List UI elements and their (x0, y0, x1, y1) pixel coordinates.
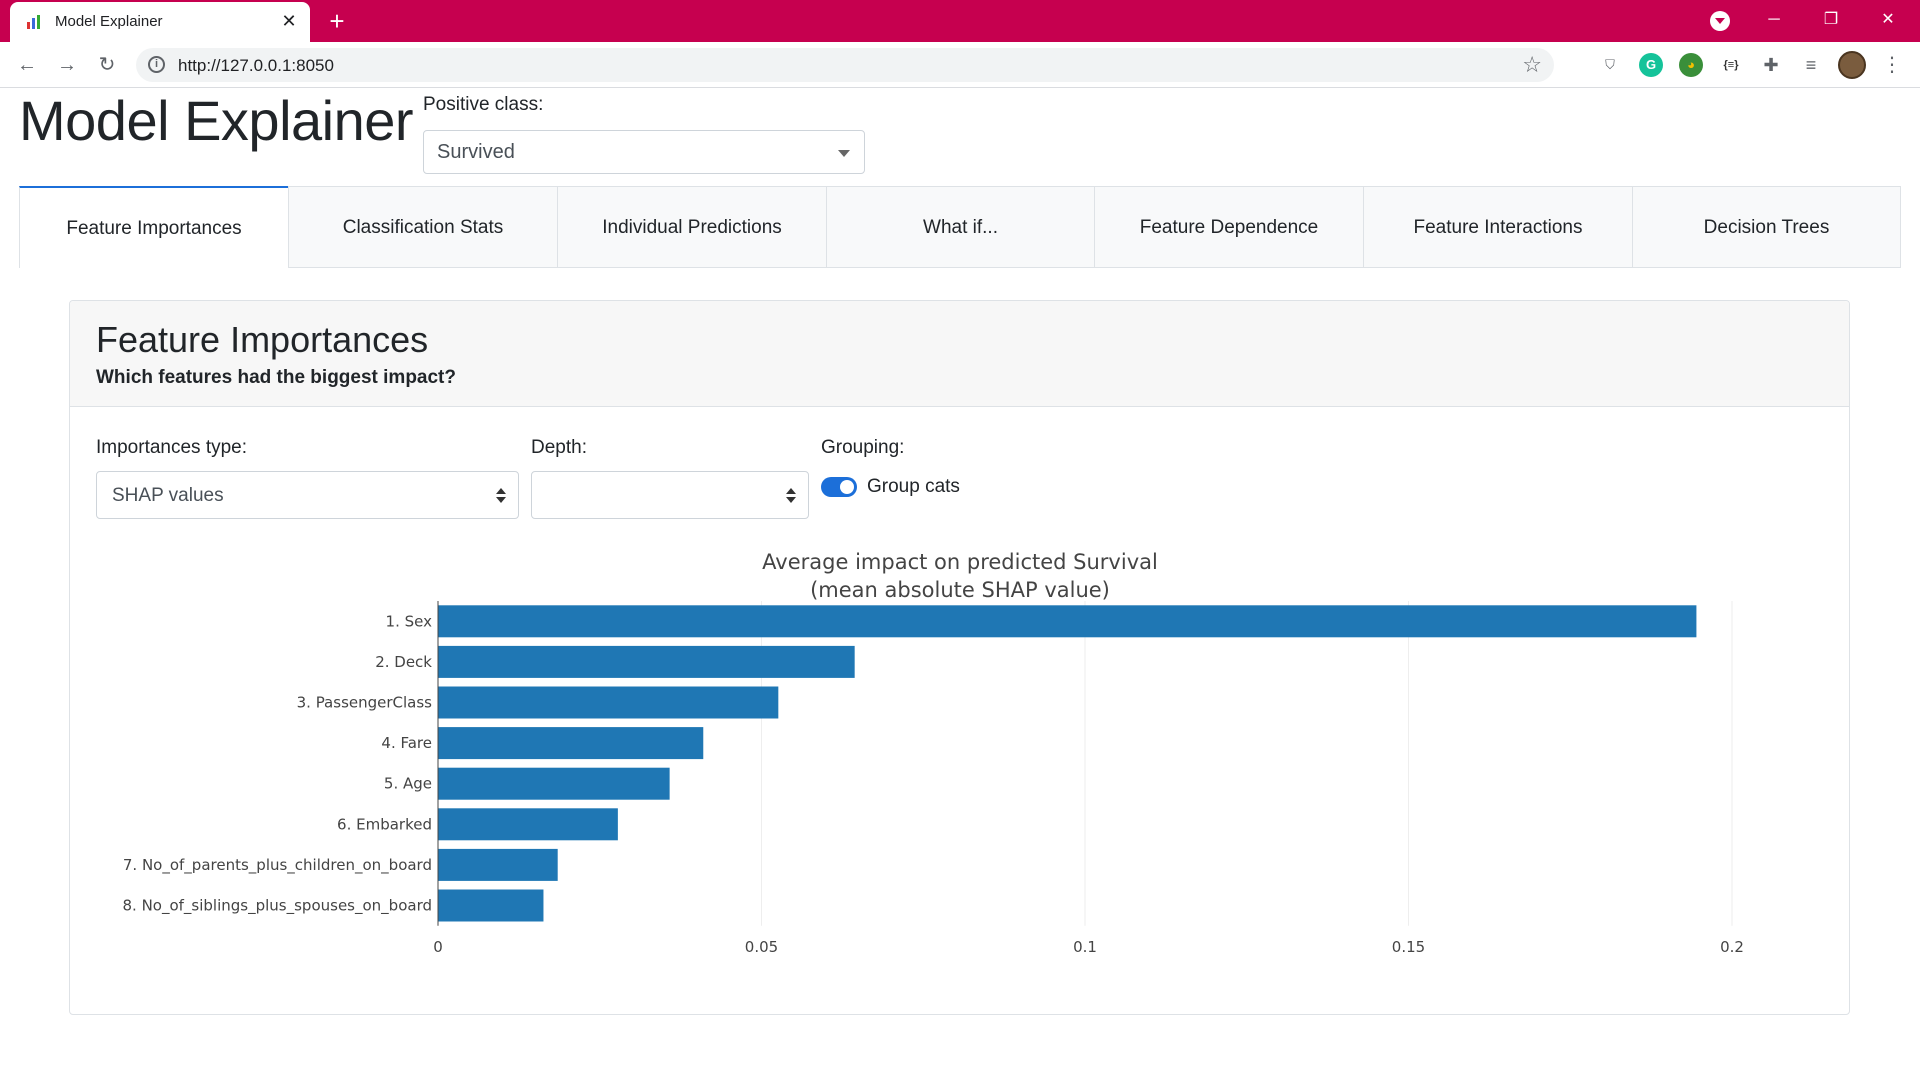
puzzle-extensions-icon[interactable]: ✚ (1759, 53, 1783, 77)
bar (438, 686, 779, 719)
browser-menu-icon[interactable]: ⋮ (1882, 52, 1902, 77)
y-tick-label: 5. Age (384, 775, 432, 793)
x-tick-label: 0 (433, 938, 443, 956)
bookmark-star-icon[interactable]: ☆ (1522, 52, 1542, 78)
tab-classification-stats[interactable]: Classification Stats (288, 186, 558, 268)
maximize-button[interactable]: ❐ (1803, 0, 1859, 40)
positive-class-value: Survived (437, 141, 515, 163)
browser-tab[interactable]: Model Explainer ✕ (10, 2, 310, 42)
profile-dropdown-icon[interactable] (1710, 11, 1730, 31)
y-tick-label: 6. Embarked (337, 815, 432, 833)
page-title: Model Explainer (19, 89, 414, 152)
address-bar[interactable]: i http://127.0.0.1:8050 ☆ (136, 48, 1554, 82)
positive-class-label: Positive class: (423, 94, 544, 115)
reload-icon[interactable]: ↻ (92, 50, 122, 80)
shield-extension-icon[interactable]: ⛉ (1598, 53, 1622, 77)
back-arrow-icon[interactable]: ← (12, 50, 42, 80)
globe-extension-icon[interactable]: ◕ (1679, 53, 1703, 77)
close-window-button[interactable]: ✕ (1860, 0, 1916, 40)
grammarly-extension-icon[interactable]: G (1639, 53, 1663, 77)
tab-feature-importances[interactable]: Feature Importances (19, 186, 289, 268)
tab-feature-interactions[interactable]: Feature Interactions (1363, 186, 1633, 268)
y-tick-label: 2. Deck (375, 653, 432, 671)
bar (438, 645, 855, 678)
bar (438, 808, 618, 841)
main-tabs: Feature Importances Classification Stats… (19, 186, 1901, 268)
forward-arrow-icon[interactable]: → (52, 50, 82, 80)
bar (438, 767, 670, 800)
chart-favicon-icon (27, 15, 40, 29)
positive-class-select[interactable]: Survived (423, 130, 865, 174)
y-tick-label: 7. No_of_parents_plus_children_on_board (123, 856, 432, 875)
chart-title: Average impact on predicted Survival (762, 550, 1158, 574)
tab-close-icon[interactable]: ✕ (278, 10, 300, 32)
y-tick-label: 4. Fare (381, 734, 432, 752)
x-tick-label: 0.1 (1073, 938, 1097, 956)
new-tab-button[interactable]: + (322, 6, 352, 36)
chart-subtitle: (mean absolute SHAP value) (810, 578, 1110, 602)
feature-importances-card: Feature Importances Which features had t… (69, 300, 1850, 1015)
y-tick-label: 8. No_of_siblings_plus_spouses_on_board (122, 897, 432, 916)
y-tick-label: 3. PassengerClass (297, 694, 433, 712)
json-extension-icon[interactable]: {≡} (1719, 53, 1743, 77)
browser-title-bar: Model Explainer ✕ + ─ ❐ ✕ (0, 0, 1920, 42)
tab-title: Model Explainer (55, 13, 163, 30)
tab-decision-trees[interactable]: Decision Trees (1632, 186, 1901, 268)
feature-importance-chart: Average impact on predicted Survival (mea… (122, 550, 1744, 956)
url-text[interactable]: http://127.0.0.1:8050 (178, 56, 334, 76)
media-playlist-icon[interactable]: ≡ (1799, 53, 1823, 77)
bar (438, 605, 1697, 638)
profile-avatar[interactable] (1838, 51, 1866, 79)
tab-feature-dependence[interactable]: Feature Dependence (1094, 186, 1364, 268)
x-tick-label: 0.15 (1392, 938, 1425, 956)
tab-individual-predictions[interactable]: Individual Predictions (557, 186, 827, 268)
x-tick-label: 0.2 (1720, 938, 1744, 956)
minimize-button[interactable]: ─ (1746, 0, 1802, 40)
bar (438, 848, 558, 881)
x-tick-label: 0.05 (745, 938, 778, 956)
y-tick-label: 1. Sex (386, 612, 433, 630)
site-info-icon[interactable]: i (148, 56, 165, 73)
bar (438, 889, 544, 922)
browser-toolbar: ← → ↻ i http://127.0.0.1:8050 ☆ ⛉ G ◕ {≡… (0, 42, 1920, 88)
bar (438, 727, 704, 760)
tab-what-if[interactable]: What if... (826, 186, 1095, 268)
chevron-down-icon (838, 150, 850, 157)
